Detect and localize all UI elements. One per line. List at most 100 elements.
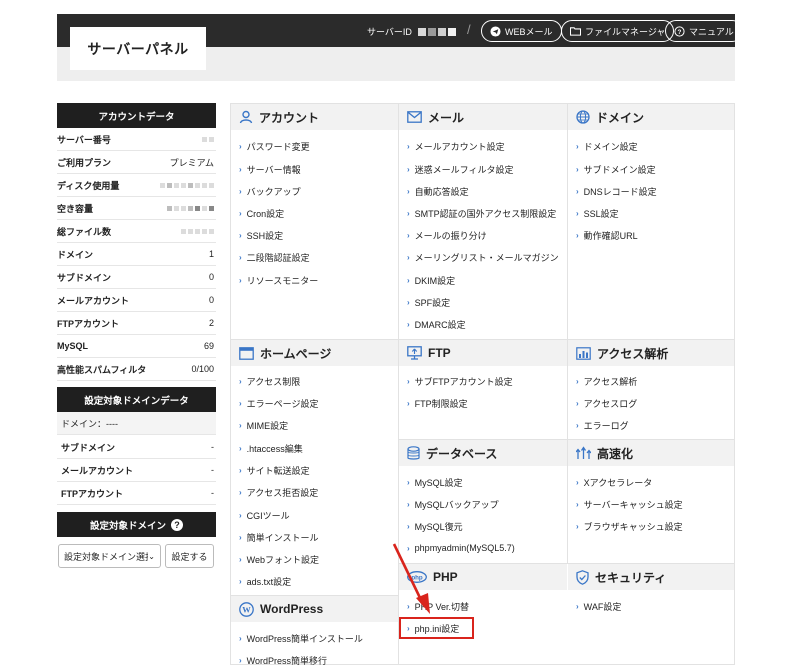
link-mysql-settings[interactable]: › MySQL設定 (407, 476, 463, 489)
account-data-title: アカウントデータ (98, 111, 175, 123)
chevron-right-icon: › (407, 253, 410, 262)
link-server-info[interactable]: › サーバー情報 (239, 163, 301, 176)
chevron-right-icon: › (576, 187, 579, 196)
file-manager-button[interactable]: ファイルマネージャ (561, 20, 675, 42)
stat-label: ご利用プラン (57, 157, 112, 168)
link-mysql-backup[interactable]: › MySQLバックアップ (407, 498, 499, 511)
section-ftp-header: FTP (399, 340, 567, 366)
link-cron[interactable]: › Cron設定 (239, 207, 284, 220)
stat-row: ディスク使用量 (57, 174, 216, 197)
link-mysql-restore[interactable]: › MySQL復元 (407, 520, 463, 533)
link-wp-migrate[interactable]: › WordPress簡単移行 (239, 654, 327, 665)
stat-row: メールアカウント 0 (57, 289, 216, 312)
chevron-right-icon: › (407, 298, 410, 307)
link-mime[interactable]: › MIME設定 (239, 419, 288, 432)
chevron-right-icon: › (239, 634, 242, 643)
server-id-label: サーバーID (367, 27, 412, 37)
database-icon (407, 445, 420, 460)
link-error-page[interactable]: › エラーページ設定 (239, 397, 319, 410)
link-waf[interactable]: › WAF設定 (576, 600, 621, 613)
link-backup[interactable]: › バックアップ (239, 185, 301, 198)
link-label: メーリングリスト・メールマガジン (414, 253, 559, 263)
stat-label: 空き容量 (57, 203, 94, 214)
link-x-accelerator[interactable]: › Xアクセラレータ (576, 476, 652, 489)
chevron-right-icon: › (239, 466, 242, 475)
section-database-header: データベース (399, 440, 567, 466)
chevron-right-icon: › (576, 500, 579, 509)
link-ssh[interactable]: › SSH設定 (239, 229, 283, 242)
link-spf[interactable]: › SPF設定 (407, 296, 450, 309)
link-access-deny[interactable]: › アクセス拒否設定 (239, 486, 318, 499)
link-access-analytics[interactable]: › アクセス解析 (576, 375, 637, 388)
select-value: 設定対象ドメイン選択 (64, 551, 148, 562)
chevron-right-icon: › (239, 421, 242, 430)
link-subdomain[interactable]: › サブドメイン設定 (576, 163, 656, 176)
section-title: メール (428, 110, 465, 125)
link-mailing-list[interactable]: › メーリングリスト・メールマガジン (407, 251, 559, 264)
link-ssl[interactable]: › SSL設定 (576, 207, 619, 220)
help-icon[interactable]: ? (171, 518, 183, 531)
file-manager-label: ファイルマネージャ (585, 26, 666, 37)
link-browser-cache[interactable]: › ブラウザキャッシュ設定 (576, 520, 683, 533)
stat-label: 高性能スパムフィルタ (57, 364, 147, 375)
link-access-restriction[interactable]: › アクセス制限 (239, 375, 300, 388)
link-spam-filter[interactable]: › 迷惑メールフィルタ設定 (407, 163, 514, 176)
link-easy-install[interactable]: › 簡単インストール (239, 531, 319, 544)
link-ftp-restriction[interactable]: › FTP制限設定 (407, 397, 468, 410)
link-dns-record[interactable]: › DNSレコード設定 (576, 185, 657, 198)
link-web-font[interactable]: › Webフォント設定 (239, 553, 319, 566)
link-label: サブドメイン設定 (583, 165, 656, 175)
speed-arrows-icon (576, 446, 591, 459)
webmail-button[interactable]: WEBメール (481, 20, 562, 42)
link-domain-settings[interactable]: › ドメイン設定 (576, 140, 638, 153)
link-label: .htaccess編集 (246, 444, 303, 454)
webmail-label: WEBメール (505, 26, 553, 37)
link-mail-sorting[interactable]: › メールの振り分け (407, 229, 487, 242)
manual-button[interactable]: ? マニュアル (665, 20, 743, 42)
set-domain-button[interactable]: 設定する (165, 544, 214, 568)
link-sub-ftp[interactable]: › サブFTPアカウント設定 (407, 375, 513, 388)
link-label: サーバーキャッシュ設定 (583, 500, 683, 510)
chevron-right-icon: › (239, 533, 242, 542)
link-ads-txt[interactable]: › ads.txt設定 (239, 575, 291, 588)
chevron-right-icon: › (239, 253, 242, 262)
manual-label: マニュアル (689, 26, 734, 37)
link-label: サーバー情報 (246, 165, 301, 175)
chevron-right-icon: › (239, 231, 242, 240)
link-label: DKIM設定 (414, 276, 456, 286)
link-label: ドメイン設定 (583, 142, 638, 152)
link-site-redirect[interactable]: › サイト転送設定 (239, 464, 310, 477)
browser-window-icon (239, 346, 254, 360)
link-label: MySQLバックアップ (414, 500, 499, 510)
link-htaccess[interactable]: › .htaccess編集 (239, 442, 303, 455)
section-speed-header: 高速化 (568, 440, 734, 466)
chevron-right-icon: › (407, 209, 410, 218)
link-mail-account[interactable]: › メールアカウント設定 (407, 140, 505, 153)
link-auto-reply[interactable]: › 自動応答設定 (407, 185, 469, 198)
link-dkim[interactable]: › DKIM設定 (407, 274, 455, 287)
link-test-url[interactable]: › 動作確認URL (576, 229, 638, 242)
chevron-right-icon: › (407, 142, 410, 151)
domain-row: メールアカウント - (57, 459, 216, 482)
chevron-right-icon: › (407, 165, 410, 174)
chevron-right-icon: › (407, 399, 410, 408)
link-wp-install[interactable]: › WordPress簡単インストール (239, 632, 363, 645)
header-separator: / (467, 22, 471, 37)
link-label: SSH設定 (246, 231, 284, 241)
link-access-log[interactable]: › アクセスログ (576, 397, 637, 410)
stat-label: MySQL (57, 341, 89, 351)
stat-label: サブドメイン (57, 272, 112, 283)
link-cgi-tool[interactable]: › CGIツール (239, 509, 290, 522)
target-domain-select[interactable]: 設定対象ドメイン選択 ⌄ (58, 544, 161, 568)
chevron-right-icon: › (239, 399, 242, 408)
link-server-cache[interactable]: › サーバーキャッシュ設定 (576, 498, 683, 511)
link-resource-monitor[interactable]: › リソースモニター (239, 274, 318, 287)
link-two-factor[interactable]: › 二段階認証設定 (239, 251, 310, 264)
stat-value: 0 (208, 272, 214, 282)
link-smtp-restriction[interactable]: › SMTP認証の国外アクセス制限設定 (407, 207, 556, 220)
section-title: セキュリティ (595, 570, 667, 585)
chevron-right-icon: › (576, 399, 579, 408)
link-dmarc[interactable]: › DMARC設定 (407, 318, 466, 331)
link-error-log[interactable]: › エラーログ (576, 419, 629, 432)
link-password-change[interactable]: › パスワード変更 (239, 140, 310, 153)
